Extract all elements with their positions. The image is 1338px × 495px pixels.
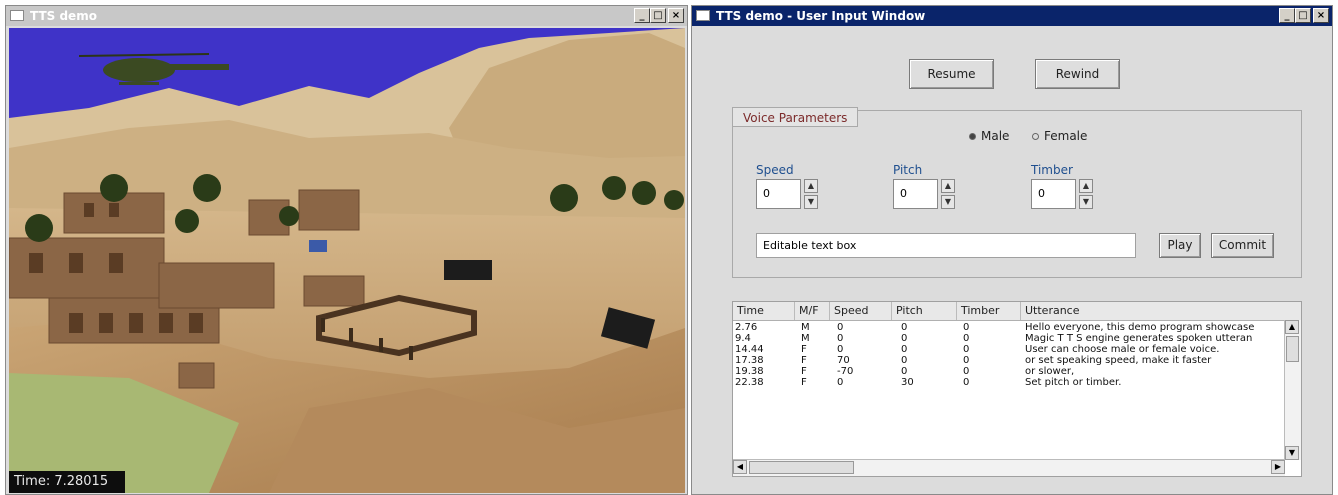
rewind-button[interactable]: Rewind	[1035, 59, 1120, 89]
female-radio[interactable]: Female	[1032, 129, 1087, 143]
timber-down-arrow-icon[interactable]: ▼	[1079, 195, 1093, 209]
table-row[interactable]: 9.4 M 0 0 0 Magic T T S engine generates…	[733, 333, 1285, 344]
resume-button[interactable]: Resume	[909, 59, 994, 89]
scroll-up-arrow-icon[interactable]: ▲	[1285, 320, 1299, 334]
cell-pitch: 0	[901, 322, 908, 333]
cell-time: 2.76	[735, 322, 758, 333]
cell-utterance: User can choose male or female voice.	[1025, 344, 1220, 355]
scene-window-title: TTS demo	[30, 9, 97, 23]
time-readout: Time: 7.28015	[9, 471, 125, 493]
cell-utterance: or set speaking speed, make it faster	[1025, 355, 1212, 366]
cell-utterance: or slower,	[1025, 366, 1075, 377]
cell-time: 19.38	[735, 366, 764, 377]
utterance-text-input[interactable]: Editable text box	[756, 233, 1136, 258]
desert-scene-image	[9, 28, 685, 493]
cell-timber: 0	[963, 333, 970, 344]
cell-time: 9.4	[735, 333, 751, 344]
table-row[interactable]: 22.38 F 0 30 0 Set pitch or timber.	[733, 377, 1285, 388]
cell-timber: 0	[963, 377, 970, 388]
voice-parameters-tab[interactable]: Voice Parameters	[732, 107, 859, 127]
app-icon	[696, 10, 710, 21]
commit-button[interactable]: Commit	[1211, 233, 1274, 258]
horizontal-scrollbar[interactable]: ◀ ▶	[733, 459, 1285, 476]
cell-pitch: 0	[901, 355, 908, 366]
horizontal-scroll-thumb[interactable]	[749, 461, 854, 474]
pitch-up-arrow-icon[interactable]: ▲	[941, 179, 955, 193]
cell-timber: 0	[963, 355, 970, 366]
col-speed-header[interactable]: Speed	[830, 302, 892, 320]
male-radio[interactable]: Male	[969, 129, 1009, 143]
3d-viewport[interactable]: Time: 7.28015	[9, 28, 685, 493]
cell-mf: F	[801, 344, 807, 355]
scroll-down-arrow-icon[interactable]: ▼	[1285, 446, 1299, 460]
vertical-scroll-thumb[interactable]	[1286, 336, 1299, 362]
cell-timber: 0	[963, 344, 970, 355]
col-timber-header[interactable]: Timber	[957, 302, 1021, 320]
cell-utterance: Magic T T S engine generates spoken utte…	[1025, 333, 1253, 344]
minimize-button[interactable]: _	[1279, 8, 1295, 23]
timber-up-arrow-icon[interactable]: ▲	[1079, 179, 1093, 193]
cell-time: 17.38	[735, 355, 764, 366]
cell-speed: 70	[837, 355, 850, 366]
cell-speed: 0	[837, 322, 844, 333]
table-row[interactable]: 2.76 M 0 0 0 Hello everyone, this demo p…	[733, 322, 1285, 333]
col-utterance-header[interactable]: Utterance	[1021, 302, 1287, 320]
speed-spinner-input[interactable]: 0	[756, 179, 801, 209]
radio-selected-icon	[969, 133, 976, 140]
pitch-down-arrow-icon[interactable]: ▼	[941, 195, 955, 209]
cell-mf: F	[801, 366, 807, 377]
pitch-spinner-input[interactable]: 0	[893, 179, 938, 209]
minimize-button[interactable]: _	[634, 8, 650, 23]
cell-time: 14.44	[735, 344, 764, 355]
table-header: Time M/F Speed Pitch Timber Utterance	[733, 302, 1301, 321]
input-window-title: TTS demo - User Input Window	[716, 9, 926, 23]
maximize-button[interactable]: □	[650, 8, 666, 23]
scene-window-titlebar[interactable]: TTS demo _ □ ×	[6, 6, 687, 26]
cell-mf: M	[801, 333, 810, 344]
vertical-scrollbar[interactable]: ▲ ▼	[1284, 320, 1301, 460]
cell-speed: 0	[837, 344, 844, 355]
cell-mf: F	[801, 355, 807, 366]
cell-utterance: Set pitch or timber.	[1025, 377, 1122, 388]
scroll-left-arrow-icon[interactable]: ◀	[733, 460, 747, 474]
col-pitch-header[interactable]: Pitch	[892, 302, 957, 320]
cell-timber: 0	[963, 366, 970, 377]
cell-pitch: 0	[901, 344, 908, 355]
speed-up-arrow-icon[interactable]: ▲	[804, 179, 818, 193]
maximize-button[interactable]: □	[1295, 8, 1311, 23]
cell-speed: -70	[837, 366, 854, 377]
cell-speed: 0	[837, 333, 844, 344]
pitch-label: Pitch	[893, 163, 923, 177]
timber-spinner-input[interactable]: 0	[1031, 179, 1076, 209]
utterance-log-table: Time M/F Speed Pitch Timber Utterance 2.…	[732, 301, 1302, 477]
speed-down-arrow-icon[interactable]: ▼	[804, 195, 818, 209]
cell-utterance: Hello everyone, this demo program showca…	[1025, 322, 1255, 333]
table-row[interactable]: 19.38 F -70 0 0 or slower,	[733, 366, 1285, 377]
table-row[interactable]: 17.38 F 70 0 0 or set speaking speed, ma…	[733, 355, 1285, 366]
input-window-titlebar[interactable]: TTS demo - User Input Window _ □ ×	[692, 6, 1332, 26]
cell-pitch: 30	[901, 377, 914, 388]
speed-label: Speed	[756, 163, 794, 177]
cell-timber: 0	[963, 322, 970, 333]
close-button[interactable]: ×	[1313, 8, 1329, 23]
user-input-window: TTS demo - User Input Window _ □ × Resum…	[691, 5, 1333, 495]
app-icon	[10, 10, 24, 21]
cell-mf: M	[801, 322, 810, 333]
close-button[interactable]: ×	[668, 8, 684, 23]
col-mf-header[interactable]: M/F	[795, 302, 830, 320]
cell-mf: F	[801, 377, 807, 388]
table-row[interactable]: 14.44 F 0 0 0 User can choose male or fe…	[733, 344, 1285, 355]
scroll-right-arrow-icon[interactable]: ▶	[1271, 460, 1285, 474]
cell-speed: 0	[837, 377, 844, 388]
cell-pitch: 0	[901, 333, 908, 344]
cell-time: 22.38	[735, 377, 764, 388]
cell-pitch: 0	[901, 366, 908, 377]
radio-unselected-icon	[1032, 133, 1039, 140]
timber-label: Timber	[1031, 163, 1073, 177]
col-time-header[interactable]: Time	[733, 302, 795, 320]
scene-window: TTS demo _ □ × Time: 7.28015	[5, 5, 688, 495]
play-button[interactable]: Play	[1159, 233, 1201, 258]
